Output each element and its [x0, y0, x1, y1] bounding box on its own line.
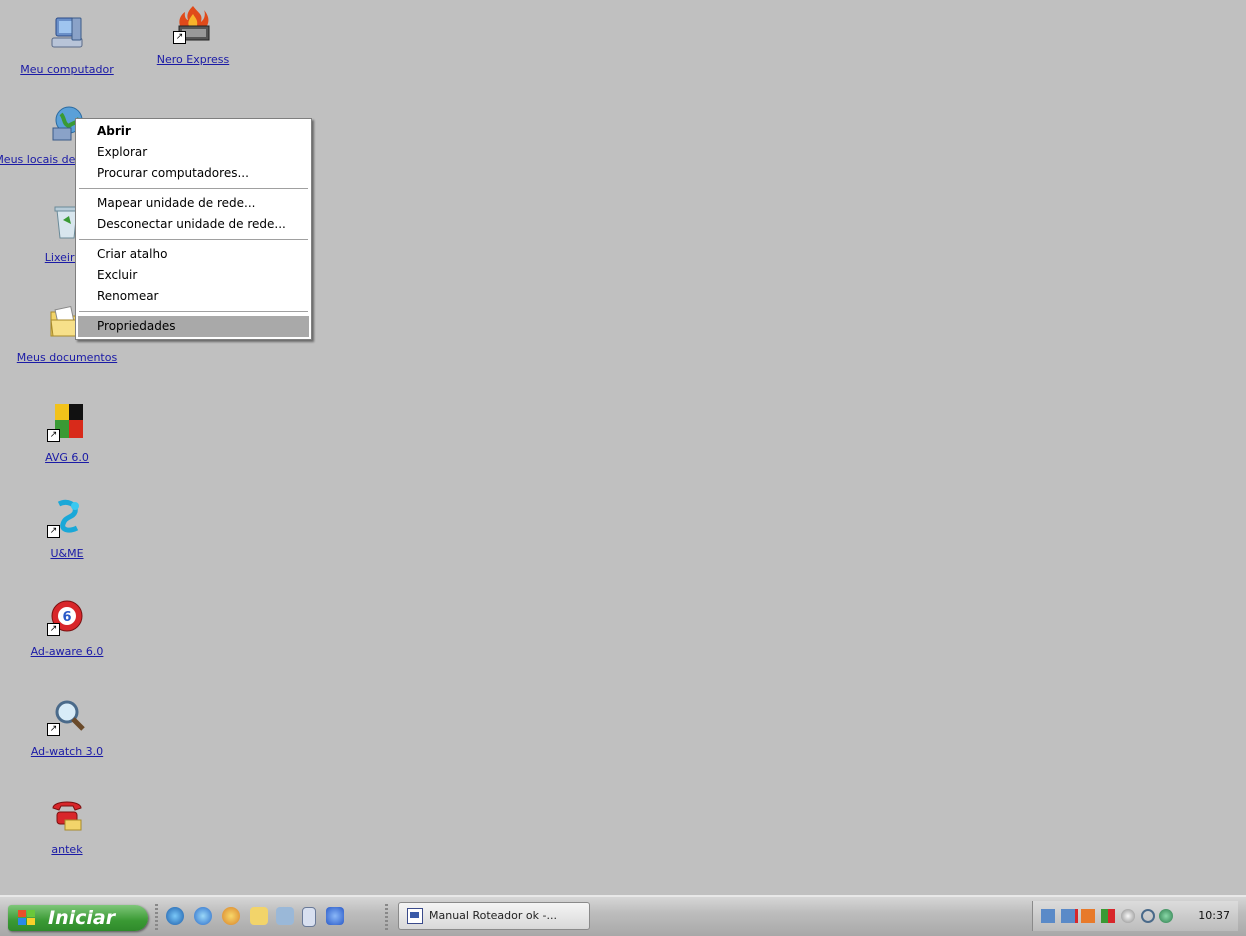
desktop-icon-label: antek [51, 843, 83, 856]
magnifier-icon: ↗ [47, 696, 87, 736]
menu-item-map-network-drive[interactable]: Mapear unidade de rede... [76, 193, 311, 214]
desktop-icon-uandme[interactable]: ↗ U&ME [12, 498, 122, 561]
menu-item-explore[interactable]: Explorar [76, 142, 311, 163]
desktop-icon-label: Nero Express [156, 53, 230, 66]
adaware-icon: 6 ↗ [47, 596, 87, 636]
menu-item-create-shortcut[interactable]: Criar atalho [76, 244, 311, 265]
start-label: Iniciar [48, 907, 116, 929]
desktop-icon-label: Ad-aware 6.0 [30, 645, 104, 658]
desktop-icon-adaware[interactable]: 6 ↗ Ad-aware 6.0 [12, 596, 122, 659]
taskbar-button-manual-roteador[interactable]: Manual Roteador ok -... [398, 902, 590, 930]
system-tray: 10:37 [1032, 901, 1238, 931]
desktop-icon-my-computer[interactable]: Meu computador [12, 14, 122, 77]
menu-separator [79, 311, 308, 312]
desktop-icon-nero-express[interactable]: ↗ Nero Express [138, 4, 248, 67]
windows-flag-icon [18, 910, 35, 925]
desktop-icon-antek[interactable]: antek [12, 794, 122, 857]
desktop-icon-adwatch[interactable]: ↗ Ad-watch 3.0 [12, 696, 122, 759]
shortcut-arrow-icon: ↗ [47, 429, 60, 442]
taskbar-button-label: Manual Roteador ok -... [429, 909, 557, 922]
clock[interactable]: 10:37 [1198, 901, 1230, 931]
taskbar: Iniciar Manual Roteador ok -... 10:37 [0, 895, 1246, 936]
desktop-icon-label: Meus documentos [16, 351, 118, 364]
shortcut-arrow-icon: ↗ [173, 31, 186, 44]
nero-fire-icon: ↗ [173, 4, 213, 44]
security-alert-icon[interactable] [1081, 909, 1095, 923]
toolbar-grip[interactable] [155, 904, 158, 930]
messenger-icon[interactable] [326, 907, 344, 925]
computer-icon [47, 14, 87, 54]
antivirus-tray-icon[interactable] [1121, 909, 1135, 923]
shortcut-arrow-icon: ↗ [47, 723, 60, 736]
network-disconnected-icon[interactable] [1061, 909, 1078, 923]
menu-separator [79, 188, 308, 189]
toolbar-grip[interactable] [385, 904, 388, 930]
menu-item-search-computers[interactable]: Procurar computadores... [76, 163, 311, 184]
shortcut-arrow-icon: ↗ [47, 525, 60, 538]
menu-item-rename[interactable]: Renomear [76, 286, 311, 307]
desktop-icon-label: Ad-watch 3.0 [30, 745, 104, 758]
search-tray-icon[interactable] [1141, 909, 1155, 923]
menu-item-properties[interactable]: Propriedades [78, 316, 309, 337]
menu-item-open[interactable]: Abrir [76, 121, 311, 142]
browser-globe-icon[interactable] [166, 907, 184, 925]
menu-item-delete[interactable]: Excluir [76, 265, 311, 286]
svg-text:6: 6 [62, 610, 71, 625]
desktop: Meu computador ↗ Nero Express Meus locai… [0, 0, 1246, 895]
update-tray-icon[interactable] [1159, 909, 1173, 923]
avg-tray-icon[interactable] [1101, 909, 1115, 923]
desktop-icon-label: Meu computador [20, 63, 114, 76]
context-menu: Abrir Explorar Procurar computadores... … [75, 118, 312, 340]
menu-separator [79, 239, 308, 240]
desktop-icon-avg[interactable]: ↗ AVG 6.0 [12, 402, 122, 465]
desktop-icon-label: U&ME [50, 547, 84, 560]
avg-icon: ↗ [47, 402, 87, 442]
menu-item-disconnect-network-drive[interactable]: Desconectar unidade de rede... [76, 214, 311, 235]
shortcut-arrow-icon: ↗ [47, 623, 60, 636]
internet-explorer-icon[interactable] [194, 907, 212, 925]
notepad-icon[interactable] [302, 907, 316, 927]
desktop-show-icon[interactable] [276, 907, 294, 925]
network-icon[interactable] [1041, 909, 1055, 923]
uandme-icon: ↗ [47, 498, 87, 538]
media-player-icon[interactable] [222, 907, 240, 925]
folder-icon[interactable] [250, 907, 268, 925]
word-document-icon [407, 908, 423, 924]
telephone-icon [47, 794, 87, 834]
desktop-icon-label: AVG 6.0 [45, 451, 89, 464]
start-button[interactable]: Iniciar [8, 905, 148, 931]
